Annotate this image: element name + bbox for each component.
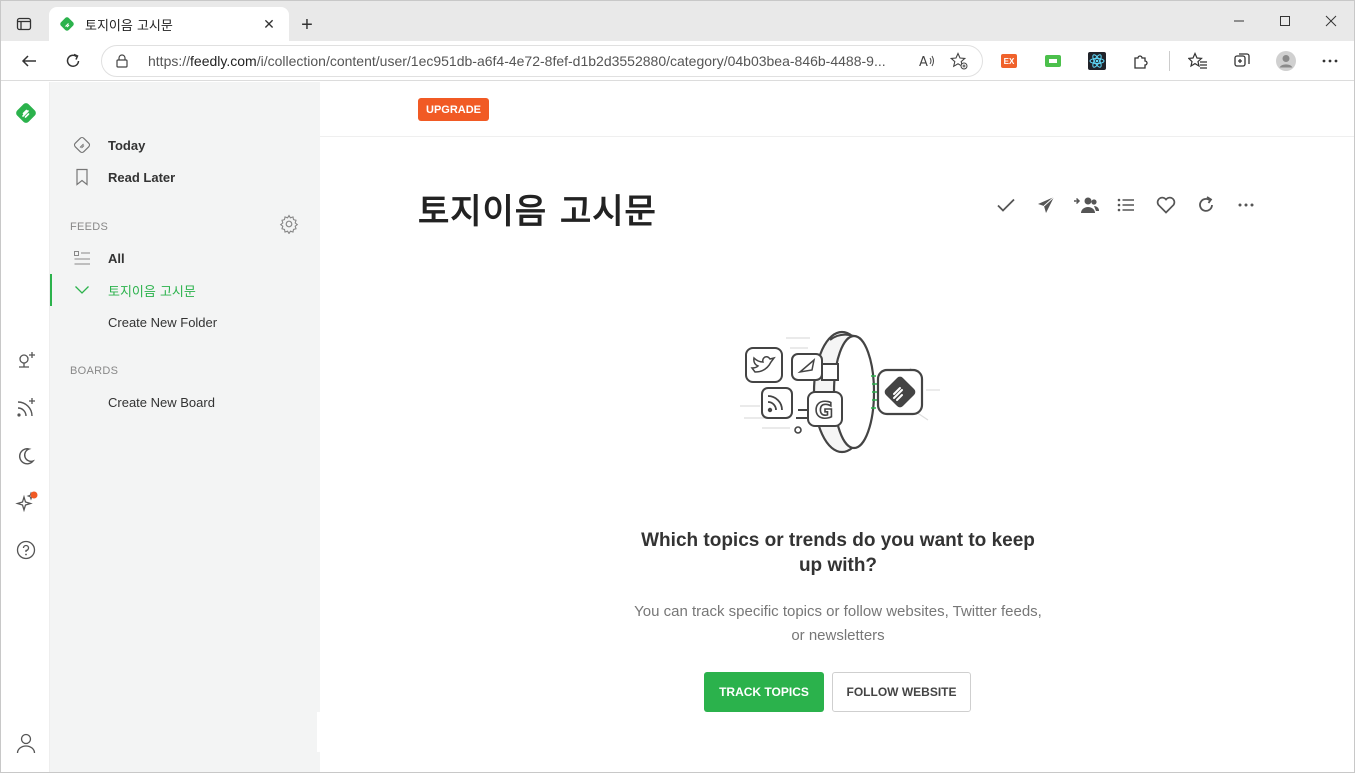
address-bar[interactable]: https://feedly.com/i/collection/content/… xyxy=(101,45,983,77)
create-board-label: Create New Board xyxy=(108,394,215,410)
refresh-feed-icon[interactable] xyxy=(1186,192,1226,218)
add-source-icon[interactable] xyxy=(13,348,39,374)
feeds-illustration-icon: G xyxy=(740,330,940,454)
sidebar-item-read-later[interactable]: Read Later xyxy=(50,162,320,192)
read-aloud-icon[interactable]: A xyxy=(916,50,938,72)
feeds-settings-gear-icon[interactable] xyxy=(279,214,299,235)
feedly-favicon-icon xyxy=(60,17,74,31)
sidebar: Today Read Later FEEDS All 토지이음 고시문 Crea… xyxy=(50,82,320,772)
all-label: All xyxy=(108,250,125,266)
toolbar-separator xyxy=(1169,51,1170,71)
active-indicator xyxy=(50,274,52,306)
feeds-section-title: FEEDS xyxy=(70,221,109,233)
tab-actions-icon[interactable] xyxy=(11,11,37,37)
sidebar-item-today[interactable]: Today xyxy=(50,130,320,160)
today-label: Today xyxy=(108,137,146,153)
browser-tab[interactable]: 토지이음 고시문 ✕ xyxy=(49,7,289,41)
top-bar: UPGRADE xyxy=(320,82,1354,137)
sidebar-item-create-folder[interactable]: Create New Folder xyxy=(50,307,320,337)
favorites-icon[interactable] xyxy=(1182,47,1214,75)
follow-website-button[interactable]: FOLLOW WEBSITE xyxy=(832,672,971,712)
sidebar-item-all[interactable]: All xyxy=(50,243,320,273)
tab-title: 토지이음 고시문 xyxy=(85,18,173,34)
react-devtools-icon[interactable] xyxy=(1081,47,1113,75)
add-favorite-icon[interactable] xyxy=(948,50,970,72)
minimize-icon[interactable] xyxy=(1216,1,1262,41)
feedly-app: Today Read Later FEEDS All 토지이음 고시문 Crea… xyxy=(1,82,1354,772)
mark-read-icon[interactable] xyxy=(986,192,1026,218)
maximize-icon[interactable] xyxy=(1262,1,1308,41)
svg-text:G: G xyxy=(815,399,833,424)
feedly-logo-icon[interactable] xyxy=(13,100,39,126)
lock-icon[interactable] xyxy=(114,53,130,69)
feed-actions xyxy=(986,192,1266,218)
upgrade-button[interactable]: UPGRADE xyxy=(418,98,490,121)
url-text[interactable]: https://feedly.com/i/collection/content/… xyxy=(148,53,906,69)
url-prefix: https:// xyxy=(148,53,191,69)
track-topics-button[interactable]: TRACK TOPICS xyxy=(704,672,824,712)
new-tab-button[interactable]: + xyxy=(295,13,319,37)
team-icon[interactable] xyxy=(1066,192,1106,218)
browser-toolbar: https://feedly.com/i/collection/content/… xyxy=(1,41,1354,81)
today-icon xyxy=(72,135,92,155)
list-icon xyxy=(72,248,92,268)
back-icon[interactable] xyxy=(15,47,43,75)
empty-state-subtitle: You can track specific topics or follow … xyxy=(634,603,1042,644)
more-icon[interactable] xyxy=(1314,47,1346,75)
close-window-icon[interactable] xyxy=(1308,1,1354,41)
more-options-icon[interactable] xyxy=(1226,192,1266,218)
url-path: /i/collection/content/user/1ec951db-a6f4… xyxy=(256,53,886,69)
night-mode-icon[interactable] xyxy=(13,443,39,469)
collections-icon[interactable] xyxy=(1226,47,1258,75)
refresh-icon[interactable] xyxy=(59,47,87,75)
sidebar-item-active-feed[interactable]: 토지이음 고시문 xyxy=(50,274,320,306)
url-host: feedly.com xyxy=(190,53,257,69)
read-later-label: Read Later xyxy=(108,169,176,185)
profile-icon[interactable] xyxy=(1270,47,1302,75)
extensions-area: EX xyxy=(993,47,1354,75)
create-folder-label: Create New Folder xyxy=(108,314,218,330)
list-view-icon[interactable] xyxy=(1106,192,1146,218)
account-icon[interactable] xyxy=(13,730,39,756)
share-icon[interactable] xyxy=(1026,192,1066,218)
ext-green-icon[interactable] xyxy=(1037,47,1069,75)
chevron-down-icon[interactable] xyxy=(72,280,92,300)
page-title: 토지이음 고시문 xyxy=(418,192,657,232)
svg-text:A: A xyxy=(919,55,928,69)
sidebar-item-create-board[interactable]: Create New Board xyxy=(50,387,320,417)
window-controls xyxy=(1216,1,1354,41)
browser-window: 토지이음 고시문 ✕ + https://feedly.com/i/collec… xyxy=(0,0,1355,773)
tab-strip: 토지이음 고시문 ✕ + xyxy=(1,1,1354,41)
bookmark-icon xyxy=(72,167,92,187)
empty-state-title: Which topics or trends do you want to ke… xyxy=(641,530,1035,576)
ext-orange-icon[interactable]: EX xyxy=(993,47,1025,75)
puzzle-icon[interactable] xyxy=(1125,47,1157,75)
ai-feature-icon[interactable] xyxy=(13,490,39,516)
favorite-icon[interactable] xyxy=(1146,192,1186,218)
active-feed-label: 토지이음 고시문 xyxy=(108,284,196,300)
left-rail xyxy=(1,82,50,772)
main-content: UPGRADE 토지이음 고시문 G Which topics or trend… xyxy=(320,82,1354,772)
close-tab-icon[interactable]: ✕ xyxy=(259,14,279,34)
help-icon[interactable] xyxy=(13,537,39,563)
add-feed-icon[interactable] xyxy=(13,395,39,421)
boards-section-title: BOARDS xyxy=(70,365,119,377)
